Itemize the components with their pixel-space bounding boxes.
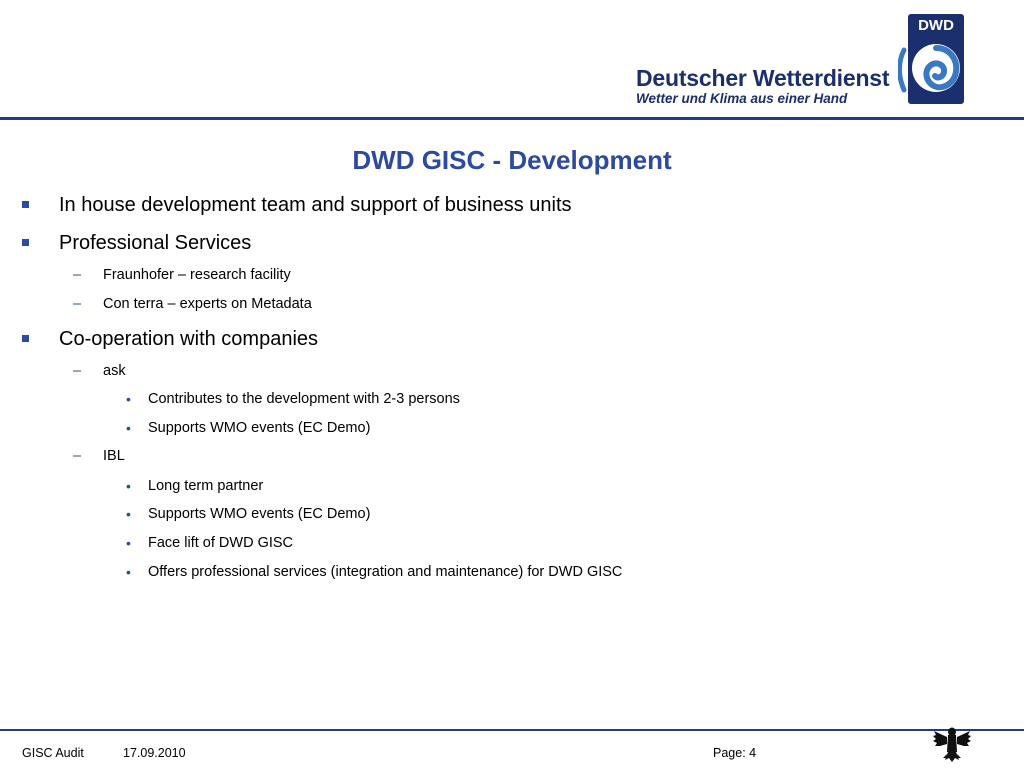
header-divider (0, 117, 1024, 120)
footer-date: 17.09.2010 (123, 746, 186, 760)
footer-divider (0, 729, 1024, 731)
square-bullet-icon (22, 239, 29, 246)
bullet-level2: IBL (103, 448, 125, 464)
bullet-level3: Contributes to the development with 2-3 … (148, 391, 460, 407)
footer-label: GISC Audit (22, 746, 84, 760)
bullet-level3: Supports WMO events (EC Demo) (148, 506, 371, 522)
dwd-logo-text: Deutscher Wetterdienst Wetter und Klima … (636, 64, 892, 106)
bullet-level3: Long term partner (148, 478, 264, 494)
dot-bullet-icon: • (126, 420, 131, 436)
dash-bullet-icon: – (73, 448, 82, 464)
logo-name: Deutscher Wetterdienst (636, 65, 890, 91)
bullet-level1: Professional Services (59, 232, 252, 254)
bullet-level3: Supports WMO events (EC Demo) (148, 420, 371, 436)
dash-bullet-icon: – (73, 267, 82, 283)
bullet-level1: Co-operation with companies (59, 328, 319, 350)
bullet-level1: In house development team and support of… (59, 194, 572, 216)
dot-bullet-icon: • (126, 478, 131, 494)
logo-slogan: Wetter und Klima aus einer Hand (636, 91, 848, 106)
bullet-level3: Offers professional services (integratio… (148, 564, 623, 580)
dot-bullet-icon: • (126, 564, 131, 580)
square-bullet-icon (22, 335, 29, 342)
dash-bullet-icon: – (73, 296, 82, 312)
square-bullet-icon (22, 201, 29, 208)
dash-bullet-icon: – (73, 363, 82, 379)
slide-title: DWD GISC - Development (352, 145, 672, 175)
bullet-level2: Con terra – experts on Metadata (103, 296, 312, 312)
dwd-spiral-logo-icon: DWD (898, 14, 964, 104)
federal-eagle-icon (933, 727, 971, 762)
dot-bullet-icon: • (126, 535, 131, 551)
bullet-level2: Fraunhofer – research facility (103, 267, 291, 283)
logo-badge: DWD (918, 17, 954, 34)
bullet-level2: ask (103, 363, 126, 379)
dot-bullet-icon: • (126, 391, 131, 407)
dot-bullet-icon: • (126, 506, 131, 522)
bullet-level3: Face lift of DWD GISC (148, 535, 294, 551)
page-number: Page: 4 (713, 746, 757, 760)
